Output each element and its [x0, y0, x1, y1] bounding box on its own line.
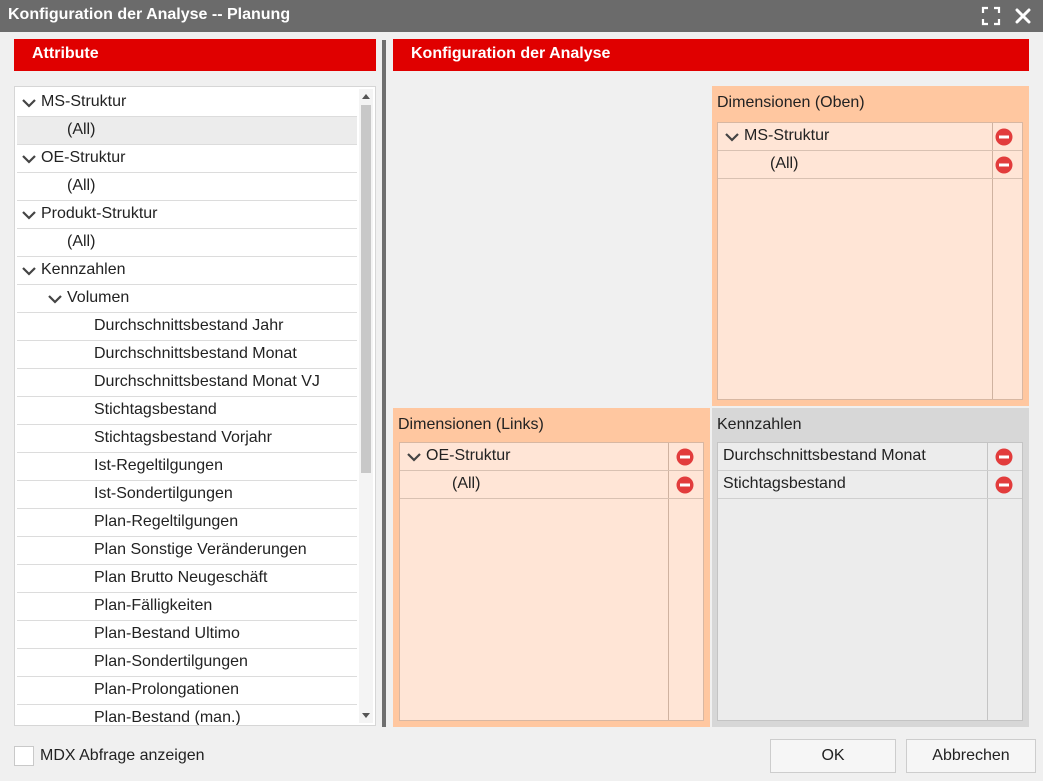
attribute-tree-item-label: Durchschnittsbestand Monat — [94, 345, 297, 362]
scroll-down-icon[interactable] — [360, 709, 372, 721]
attribute-tree-item[interactable]: (All) — [17, 173, 357, 201]
chevron-down-icon[interactable] — [21, 151, 37, 167]
attribute-tree-item-label: (All) — [67, 121, 96, 138]
attribute-tree-item[interactable]: Stichtagsbestand — [17, 397, 357, 425]
remove-icon[interactable] — [995, 128, 1013, 146]
attribute-tree-item-label: Stichtagsbestand — [94, 401, 217, 418]
attribute-tree-item[interactable]: Durchschnittsbestand Jahr — [17, 313, 357, 341]
attributes-panel-header: Attribute — [14, 39, 376, 71]
chevron-down-icon[interactable] — [724, 129, 740, 145]
attribute-tree-item[interactable]: Plan-Bestand Ultimo — [17, 621, 357, 649]
attribute-tree-item[interactable]: (All) — [17, 229, 357, 257]
attribute-tree-item-label: Produkt-Struktur — [41, 205, 158, 222]
zone-item-label: Stichtagsbestand — [723, 475, 846, 492]
config-panel-header: Konfiguration der Analyse — [393, 39, 1029, 71]
maximize-icon[interactable] — [979, 4, 1003, 28]
attribute-tree-item[interactable]: Plan Sonstige Veränderungen — [17, 537, 357, 565]
scrollbar-thumb[interactable] — [361, 105, 371, 473]
mdx-query-checkbox[interactable] — [14, 746, 34, 766]
attribute-tree-item-label: Plan-Fälligkeiten — [94, 597, 213, 614]
attribute-tree-item[interactable]: Volumen — [17, 285, 357, 313]
scroll-up-icon[interactable] — [360, 91, 372, 103]
remove-icon[interactable] — [995, 476, 1013, 494]
attribute-tree-item[interactable]: Plan-Fälligkeiten — [17, 593, 357, 621]
attributes-tree[interactable]: MS-Struktur (All) OE-Struktur (All) Produkt-… — [14, 86, 376, 726]
attribute-tree-item[interactable]: Ist-Sondertilgungen — [17, 481, 357, 509]
panel-splitter[interactable] — [382, 40, 386, 727]
chevron-down-icon[interactable] — [47, 291, 63, 307]
attribute-tree-item-label: Plan-Bestand Ultimo — [94, 625, 240, 642]
dialog-footer: MDX Abfrage anzeigen OK Abbrechen — [0, 727, 1043, 781]
attribute-tree-item[interactable]: Plan-Prolongationen — [17, 677, 357, 705]
remove-icon[interactable] — [676, 476, 694, 494]
remove-icon[interactable] — [676, 448, 694, 466]
cancel-button[interactable]: Abbrechen — [906, 739, 1036, 773]
attributes-scrollbar[interactable] — [359, 89, 373, 723]
window-titlebar: Konfiguration der Analyse -- Planung — [0, 0, 1043, 32]
attribute-tree-item-label: Plan-Prolongationen — [94, 681, 239, 698]
attribute-tree-item-label: Stichtagsbestand Vorjahr — [94, 429, 272, 446]
zone-item-label: (All) — [452, 475, 481, 492]
zone-measures[interactable]: Kennzahlen Durchschnittsbestand Monat Sti… — [712, 408, 1029, 727]
zone-measures-list[interactable]: Durchschnittsbestand Monat Stichtagsbesta… — [717, 442, 1023, 721]
zone-dimensions-top[interactable]: Dimensionen (Oben) MS-Struktur (All) — [712, 86, 1029, 406]
attribute-tree-item[interactable]: Produkt-Struktur — [17, 201, 357, 229]
zone-dimensions-left-list[interactable]: OE-Struktur (All) — [399, 442, 704, 721]
attribute-tree-item-label: Plan Brutto Neugeschäft — [94, 569, 268, 586]
zone-item[interactable]: Durchschnittsbestand Monat — [718, 443, 1022, 471]
attribute-tree-item-label: Ist-Sondertilgungen — [94, 485, 233, 502]
attribute-tree-item[interactable]: OE-Struktur — [17, 145, 357, 173]
attribute-tree-item[interactable]: Plan-Regeltilgungen — [17, 509, 357, 537]
zone-measures-title: Kennzahlen — [717, 416, 802, 433]
zone-item[interactable]: (All) — [718, 151, 1022, 179]
attribute-tree-item[interactable]: Ist-Regeltilgungen — [17, 453, 357, 481]
chevron-down-icon[interactable] — [406, 449, 422, 465]
zone-dimensions-left[interactable]: Dimensionen (Links) OE-Struktur (All) — [393, 408, 710, 727]
remove-icon[interactable] — [995, 156, 1013, 174]
attribute-tree-item-label: Volumen — [67, 289, 130, 306]
zone-item[interactable]: OE-Struktur — [400, 443, 703, 471]
chevron-down-icon[interactable] — [21, 263, 37, 279]
attribute-tree-item[interactable]: Kennzahlen — [17, 257, 357, 285]
attribute-tree-item[interactable]: Plan-Sondertilgungen — [17, 649, 357, 677]
attribute-tree-item-label: Ist-Regeltilgungen — [94, 457, 223, 474]
attribute-tree-item[interactable]: Durchschnittsbestand Monat — [17, 341, 357, 369]
attribute-tree-item[interactable]: Durchschnittsbestand Monat VJ — [17, 369, 357, 397]
attribute-tree-item[interactable]: MS-Struktur — [17, 89, 357, 117]
attribute-tree-item-label: MS-Struktur — [41, 93, 127, 110]
chevron-down-icon[interactable] — [21, 207, 37, 223]
attribute-tree-item-label: (All) — [67, 177, 96, 194]
window-title: Konfiguration der Analyse -- Planung — [8, 6, 291, 23]
zone-item[interactable]: Stichtagsbestand — [718, 471, 1022, 499]
attribute-tree-item[interactable]: Plan-Bestand (man.) — [17, 705, 357, 726]
attribute-tree-item-label: Plan-Bestand (man.) — [94, 709, 241, 726]
zone-item-label: (All) — [770, 155, 799, 172]
zone-item-label: OE-Struktur — [426, 447, 511, 464]
attribute-tree-item-label: Plan Sonstige Veränderungen — [94, 541, 307, 558]
zone-item-label: Durchschnittsbestand Monat — [723, 447, 926, 464]
zone-dimensions-left-title: Dimensionen (Links) — [398, 416, 544, 433]
attribute-tree-item[interactable]: Plan Brutto Neugeschäft — [17, 565, 357, 593]
attribute-tree-item-label: Durchschnittsbestand Monat VJ — [94, 373, 320, 390]
zone-item[interactable]: MS-Struktur — [718, 123, 1022, 151]
close-icon[interactable] — [1011, 4, 1035, 28]
remove-icon[interactable] — [995, 448, 1013, 466]
zone-dimensions-top-list[interactable]: MS-Struktur (All) — [717, 122, 1023, 400]
zone-item[interactable]: (All) — [400, 471, 703, 499]
zone-dimensions-top-title: Dimensionen (Oben) — [717, 94, 865, 111]
attribute-tree-item-label: Plan-Regeltilgungen — [94, 513, 239, 530]
attribute-tree-item-label: Durchschnittsbestand Jahr — [94, 317, 284, 334]
attribute-tree-item-label: OE-Struktur — [41, 149, 126, 166]
attribute-tree-item-label: Plan-Sondertilgungen — [94, 653, 248, 670]
zone-item-label: MS-Struktur — [744, 127, 830, 144]
attribute-tree-item-label: Kennzahlen — [41, 261, 126, 278]
attribute-tree-item[interactable]: (All) — [17, 117, 357, 145]
ok-button[interactable]: OK — [770, 739, 896, 773]
mdx-query-label[interactable]: MDX Abfrage anzeigen — [40, 747, 205, 765]
attribute-tree-item[interactable]: Stichtagsbestand Vorjahr — [17, 425, 357, 453]
chevron-down-icon[interactable] — [21, 95, 37, 111]
attribute-tree-item-label: (All) — [67, 233, 96, 250]
